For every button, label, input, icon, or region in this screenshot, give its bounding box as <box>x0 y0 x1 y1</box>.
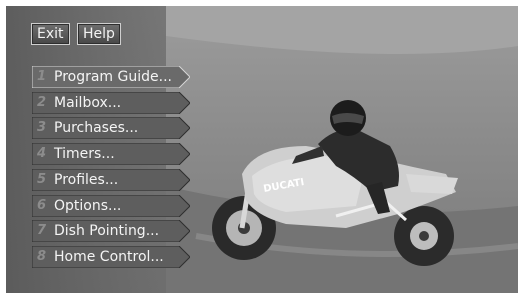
menu-item-number: 2 <box>37 95 47 110</box>
menu-item-label: Profiles... <box>54 172 119 188</box>
menu-item-number: 7 <box>37 223 47 238</box>
menu-item-label: Options... <box>54 198 122 214</box>
menu-item-purchases[interactable]: 3 Purchases... <box>32 117 190 139</box>
menu-item-label: Dish Pointing... <box>54 223 160 239</box>
exit-button[interactable]: Exit <box>31 23 70 45</box>
menu-item-home-control[interactable]: 8 Home Control... <box>32 246 190 268</box>
menu-item-label: Mailbox... <box>54 95 122 111</box>
tv-screen: DUCATI Exit Help 1 Program Guide... 2 Mailb… <box>0 0 522 297</box>
menu-item-profiles[interactable]: 5 Profiles... <box>32 169 190 191</box>
menu-item-number: 6 <box>37 198 47 213</box>
help-button[interactable]: Help <box>77 23 121 45</box>
menu-item-number: 3 <box>37 120 47 135</box>
menu-item-program-guide[interactable]: 1 Program Guide... <box>32 66 190 88</box>
menu-item-label: Program Guide... <box>54 69 172 85</box>
main-menu-screen: DUCATI Exit Help 1 Program Guide... 2 Mailb… <box>6 6 518 293</box>
menu-item-timers[interactable]: 4 Timers... <box>32 143 190 165</box>
menu-item-label: Home Control... <box>54 249 164 265</box>
menu-item-number: 5 <box>37 172 47 187</box>
menu-item-label: Timers... <box>54 146 115 162</box>
menu-item-label: Purchases... <box>54 120 139 136</box>
menu-item-number: 4 <box>37 146 47 161</box>
menu-item-number: 8 <box>37 249 47 264</box>
menu-item-mailbox[interactable]: 2 Mailbox... <box>32 92 190 114</box>
menu-item-dish-pointing[interactable]: 7 Dish Pointing... <box>32 220 190 242</box>
menu-item-number: 1 <box>37 69 47 84</box>
menu-item-options[interactable]: 6 Options... <box>32 195 190 217</box>
